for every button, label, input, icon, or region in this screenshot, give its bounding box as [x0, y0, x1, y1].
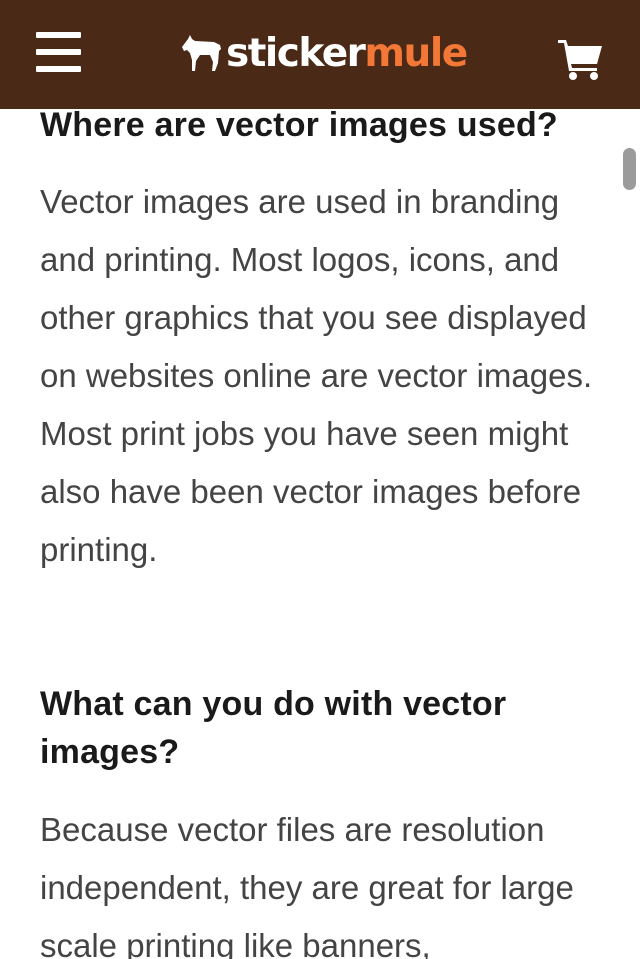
mule-icon [182, 35, 221, 71]
site-header: stickermule [0, 0, 640, 109]
brand-wordmark-part1: sticker [226, 30, 366, 76]
page: Where are vector images used? Vector ima… [0, 0, 640, 959]
brand-wordmark-part2: mule [364, 30, 468, 76]
hamburger-menu-icon[interactable] [36, 30, 82, 74]
stickermule-logo[interactable]: stickermule [180, 28, 468, 78]
brand-wordmark: stickermule [226, 30, 468, 76]
section-body-what-can-you-do: Because vector files are resolution inde… [40, 811, 574, 959]
cart-icon[interactable] [556, 36, 604, 80]
page-scrollbar[interactable] [623, 148, 636, 190]
section-heading-what-can-you-do: What can you do with vector images? [40, 685, 507, 771]
section-body-where-used: Vector images are used in branding and p… [40, 183, 593, 568]
